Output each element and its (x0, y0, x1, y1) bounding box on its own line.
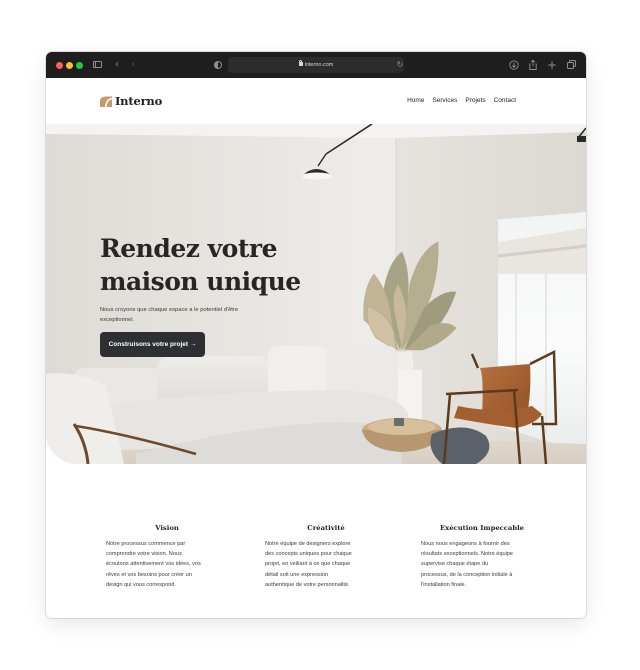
feature-line: Nous nous engageons à fournir des (421, 541, 510, 547)
nav-home[interactable]: Home (407, 95, 424, 107)
logo-mark-icon (100, 96, 112, 107)
nav-projets[interactable]: Projets (465, 95, 485, 107)
new-tab-icon[interactable]: + (546, 58, 558, 72)
feature-line: Notre équipe de designers explore (265, 541, 351, 547)
hero-title-line: maison unique (100, 267, 301, 296)
feature-card: Vision Notre processus commence par comp… (106, 522, 228, 591)
hero-subtitle-line: Nous croyons que chaque espace a le pote… (100, 307, 239, 313)
address-text: interno.com (228, 57, 404, 73)
feature-title: Vision (155, 524, 179, 532)
feature-description: Notre processus commence par comprendre … (106, 539, 228, 591)
share-icon[interactable] (527, 58, 539, 72)
feature-line: authentique de votre personnalité. (265, 581, 350, 588)
hero-section: Rendez votre maison unique Nous croyons … (46, 124, 586, 464)
browser-toolbar: ‹ › interno.com ↻ + (46, 52, 586, 78)
back-icon[interactable]: ‹ (112, 58, 122, 72)
feature-title: Exécution Impeccable (440, 524, 524, 532)
hero-title-line: Rendez votre (100, 234, 277, 263)
feature-card: Exécution Impeccable Nous nous engageons… (421, 522, 543, 591)
feature-line: design qui vous correspond. (106, 581, 176, 588)
feature-line: rêves et vos besoins pour créer un (106, 571, 192, 578)
tabs-icon[interactable] (565, 58, 577, 72)
feature-card: Créativité Notre équipe de designers exp… (265, 522, 387, 591)
feature-line: supervise chaque étape du (421, 561, 489, 568)
feature-line: l'installation finale. (421, 581, 467, 588)
privacy-icon[interactable] (212, 58, 222, 72)
feature-line: écoutons attentivement vos idées, vos (106, 561, 201, 568)
close-window-button[interactable] (56, 62, 63, 69)
feature-line: Notre processus commence par (106, 541, 186, 547)
browser-window: ‹ › interno.com ↻ + Interno Home Service… (46, 52, 586, 618)
logo[interactable]: Interno (100, 93, 162, 109)
feature-line: processus, de la conception initiale à (421, 571, 513, 578)
feature-line: projet, en veillant à ce que chaque (265, 561, 351, 568)
minimize-window-button[interactable] (66, 62, 73, 69)
main-nav: Home Services Projets Contact (407, 95, 516, 107)
reload-icon[interactable]: ↻ (395, 58, 405, 72)
download-icon[interactable] (508, 58, 520, 72)
feature-title: Créativité (307, 524, 345, 532)
cta-button[interactable]: Construisons votre projet → (100, 332, 205, 357)
feature-line: résultats exceptionnels. Notre équipe (421, 551, 514, 558)
sidebar-icon[interactable] (92, 58, 104, 72)
zoom-window-button[interactable] (76, 62, 83, 69)
feature-line: comprendre votre vision. Nous (106, 551, 182, 558)
hero-subtitle: Nous croyons que chaque espace a le pote… (100, 306, 278, 325)
feature-line: des concepts uniques pour chaque (265, 551, 352, 558)
address-bar[interactable]: interno.com (228, 57, 404, 73)
address-url: interno.com (304, 62, 334, 68)
nav-contact[interactable]: Contact (494, 95, 516, 107)
features-section: Vision Notre processus commence par comp… (46, 464, 586, 618)
feature-description: Notre équipe de designers explore des co… (265, 539, 387, 591)
logo-text: Interno (115, 94, 163, 108)
feature-description: Nous nous engageons à fournir des résult… (421, 539, 543, 591)
site-header: Interno Home Services Projets Contact (46, 78, 586, 124)
feature-line: détail soit une expression (265, 571, 329, 578)
hero-title: Rendez votre maison unique (100, 232, 320, 298)
hero-subtitle-line: exceptionnel. (100, 316, 135, 323)
lock-icon (298, 59, 303, 66)
forward-icon[interactable]: › (128, 58, 138, 72)
nav-services[interactable]: Services (432, 95, 457, 107)
